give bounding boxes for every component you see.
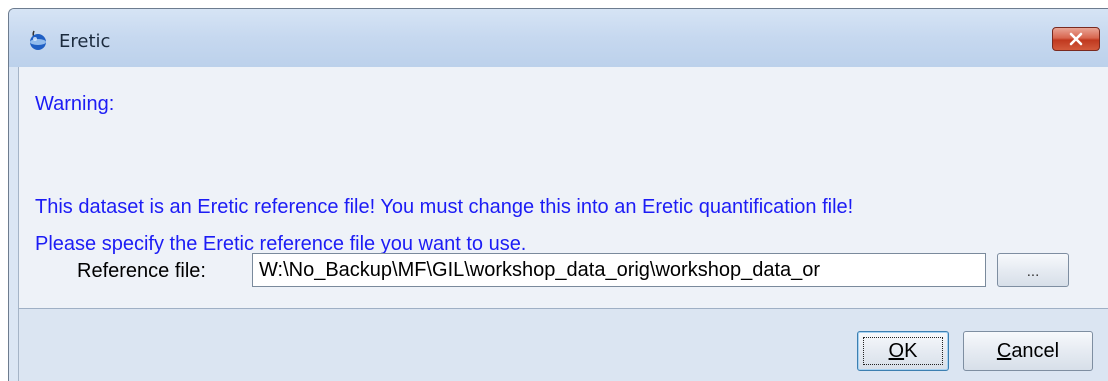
close-icon [1069, 32, 1083, 46]
eretic-dialog: Eretic Warning: This dataset is an Ereti… [8, 8, 1108, 381]
reference-file-input[interactable]: W:\No_Backup\MF\GIL\workshop_data_orig\w… [252, 253, 986, 287]
ok-button[interactable]: OK [857, 331, 949, 371]
window-title: Eretic [59, 31, 111, 52]
cancel-button[interactable]: Cancel [963, 331, 1093, 371]
reference-file-label: Reference file: [77, 260, 206, 282]
ok-focus-ring [863, 337, 943, 365]
browse-button[interactable]: ... [997, 253, 1069, 287]
title-bar[interactable]: Eretic [9, 9, 1108, 67]
dialog-content: Warning: This dataset is an Eretic refer… [18, 67, 1108, 308]
cancel-mnemonic: C [996, 340, 1012, 362]
close-button[interactable] [1052, 27, 1100, 51]
eretic-app-icon [30, 30, 46, 50]
cancel-label-rest: ancel [1011, 340, 1060, 362]
warning-message-line-1: This dataset is an Eretic reference file… [35, 196, 854, 218]
button-bar: OK Cancel [18, 308, 1108, 381]
warning-heading: Warning: [35, 93, 115, 115]
